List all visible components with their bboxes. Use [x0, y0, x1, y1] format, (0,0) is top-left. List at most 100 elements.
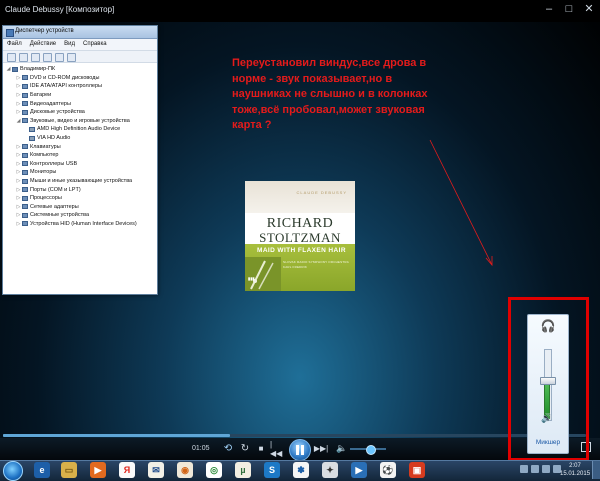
audio-device-icon	[29, 126, 35, 132]
forward-icon[interactable]	[19, 53, 28, 62]
yandex-icon[interactable]: Я	[119, 462, 135, 478]
tree-root[interactable]: ◢ Владимир-ПК	[6, 65, 155, 74]
tree-item[interactable]: ▷ Мыши и иные указывающие устройства	[6, 177, 155, 186]
device-manager-title-bar[interactable]: Диспетчер устройств	[3, 26, 157, 39]
tree-item[interactable]: ▷ Компьютер	[6, 151, 155, 160]
usb-icon	[22, 161, 28, 167]
repeat-icon[interactable]: ↻	[239, 441, 251, 456]
back-icon[interactable]	[7, 53, 16, 62]
clock-date: 15.01.2015	[560, 471, 591, 477]
show-desktop-button[interactable]	[592, 461, 600, 479]
chat-icon[interactable]: ✦	[322, 462, 338, 478]
tree-item[interactable]: ▷ Контроллеры USB	[6, 160, 155, 169]
pause-bar-left	[296, 445, 299, 455]
computer-icon	[22, 152, 28, 158]
tree-item[interactable]: ▷ Батареи	[6, 91, 155, 100]
folder-icon[interactable]: ▭	[61, 462, 77, 478]
sound-device-icon	[22, 118, 28, 124]
battery-icon	[22, 92, 28, 98]
pause-bar-right	[301, 445, 304, 455]
album-small-line-1: SLOVAK RADIO SYMPHONY ORCHESTRA	[283, 260, 349, 264]
tree-item[interactable]: ▷ Устройства HID (Human Interface Devices…	[6, 220, 155, 229]
label-logo: ▮▮▮	[248, 276, 255, 281]
tree-item[interactable]: ▷ IDE ATA/ATAPI контроллеры	[6, 82, 155, 91]
tree-view-icon[interactable]	[31, 53, 40, 62]
tree-subitem[interactable]: AMD High Definition Audio Device	[6, 125, 155, 134]
album-artist-last: STOLTZMAN	[259, 230, 341, 245]
ide-controller-icon	[22, 83, 28, 89]
album-artist-first: RICHARD	[266, 216, 334, 231]
help-icon[interactable]	[55, 53, 64, 62]
tray-clock[interactable]: 2:07 15.01.2015	[560, 462, 590, 478]
elapsed-time: 01:05	[192, 445, 210, 452]
computer-icon	[12, 66, 18, 72]
properties-icon[interactable]	[43, 53, 52, 62]
mute-icon[interactable]: 🔈	[336, 441, 348, 456]
system-tray	[520, 465, 561, 473]
media-icon[interactable]: ▶	[90, 462, 106, 478]
tree-item[interactable]: ▷ Системные устройства	[6, 211, 155, 220]
tray-up-icon[interactable]	[520, 465, 528, 473]
tree-subitem[interactable]: VIA HD Audio	[6, 134, 155, 143]
tree-item[interactable]: ▷ Видеоадаптеры	[6, 99, 155, 108]
chrome-icon[interactable]: ◎	[206, 462, 222, 478]
annotation-text: Переустановил виндус,все дрова в норме -…	[232, 57, 428, 131]
display-adapter-icon	[22, 101, 28, 107]
previous-icon[interactable]: |◀◀	[270, 440, 284, 458]
device-manager-menu: Файл Действие Вид Справка	[3, 39, 157, 51]
volume-tray-icon[interactable]	[542, 465, 550, 473]
system-device-icon	[22, 212, 28, 218]
tree-item-sound[interactable]: ◢ Звуковые, видео и игровые устройства	[6, 117, 155, 126]
tree-item[interactable]: ▷ Процессоры	[6, 194, 155, 203]
album-title: MAID WITH FLAXEN HAIR	[257, 247, 346, 254]
volume-slider-thumb[interactable]	[366, 445, 376, 455]
start-button[interactable]	[3, 461, 23, 481]
monitor-icon	[22, 169, 28, 175]
next-icon[interactable]: ▶▶|	[314, 441, 328, 456]
network-icon[interactable]	[531, 465, 539, 473]
port-icon	[22, 187, 28, 193]
network-adapter-icon	[22, 204, 28, 210]
tree-item[interactable]: ▷ Порты (COM и LPT)	[6, 185, 155, 194]
device-manager-title: Диспетчер устройств	[15, 28, 74, 34]
hid-icon	[22, 221, 28, 227]
disk-drive-icon	[22, 109, 28, 115]
ie-icon[interactable]: e	[34, 462, 50, 478]
album-brand: CLAUDE DEBUSSY	[296, 190, 347, 195]
processor-icon	[22, 195, 28, 201]
tree-item[interactable]: ▷ Сетевые адаптеры	[6, 203, 155, 212]
tree-item[interactable]: ▷ Клавиатуры	[6, 142, 155, 151]
presentation-icon[interactable]: ▣	[409, 462, 425, 478]
tree-item[interactable]: ▷ Дисковые устройства	[6, 108, 155, 117]
album-cover-top	[245, 181, 355, 213]
clock-time: 2:07	[569, 463, 581, 469]
album-small-line-2: KARL FREDRIK	[283, 265, 308, 269]
device-manager-icon	[6, 29, 14, 37]
stop-icon[interactable]: ■	[256, 441, 266, 456]
menu-help[interactable]: Справка	[83, 39, 107, 50]
utorrent-icon[interactable]: µ	[235, 462, 251, 478]
shuffle-icon[interactable]: ⟲	[222, 441, 234, 456]
menu-view[interactable]: Вид	[64, 39, 75, 50]
clarinet-image	[245, 257, 281, 291]
skype-icon[interactable]: S	[264, 462, 280, 478]
mouse-icon	[22, 178, 28, 184]
dvd-drive-icon	[22, 75, 28, 81]
game-icon[interactable]: ⚽	[380, 462, 396, 478]
device-manager-window[interactable]: Диспетчер устройств Файл Действие Вид Сп…	[2, 25, 158, 295]
menu-file[interactable]: Файл	[7, 39, 22, 50]
tree-item[interactable]: ▷ Мониторы	[6, 168, 155, 177]
tree-item[interactable]: ▷ DVD и CD-ROM дисководы	[6, 74, 155, 83]
scan-hardware-icon[interactable]	[67, 53, 76, 62]
firefox-icon[interactable]: ◉	[177, 462, 193, 478]
device-tree: ◢ Владимир-ПК ▷ DVD и CD-ROM дисководы ▷ ID…	[3, 63, 157, 228]
menu-action[interactable]: Действие	[30, 39, 56, 50]
seek-bar-fill	[3, 434, 230, 437]
audio-device-icon	[29, 135, 35, 141]
app-icon[interactable]: ✽	[293, 462, 309, 478]
album-cover: CLAUDE DEBUSSY RICHARD STOLTZMAN MAID WI…	[245, 181, 355, 291]
mail-icon[interactable]: ✉	[148, 462, 164, 478]
pause-button[interactable]	[289, 439, 311, 461]
keyboard-icon	[22, 144, 28, 150]
wmp-taskbar-icon[interactable]: ▶	[351, 462, 367, 478]
